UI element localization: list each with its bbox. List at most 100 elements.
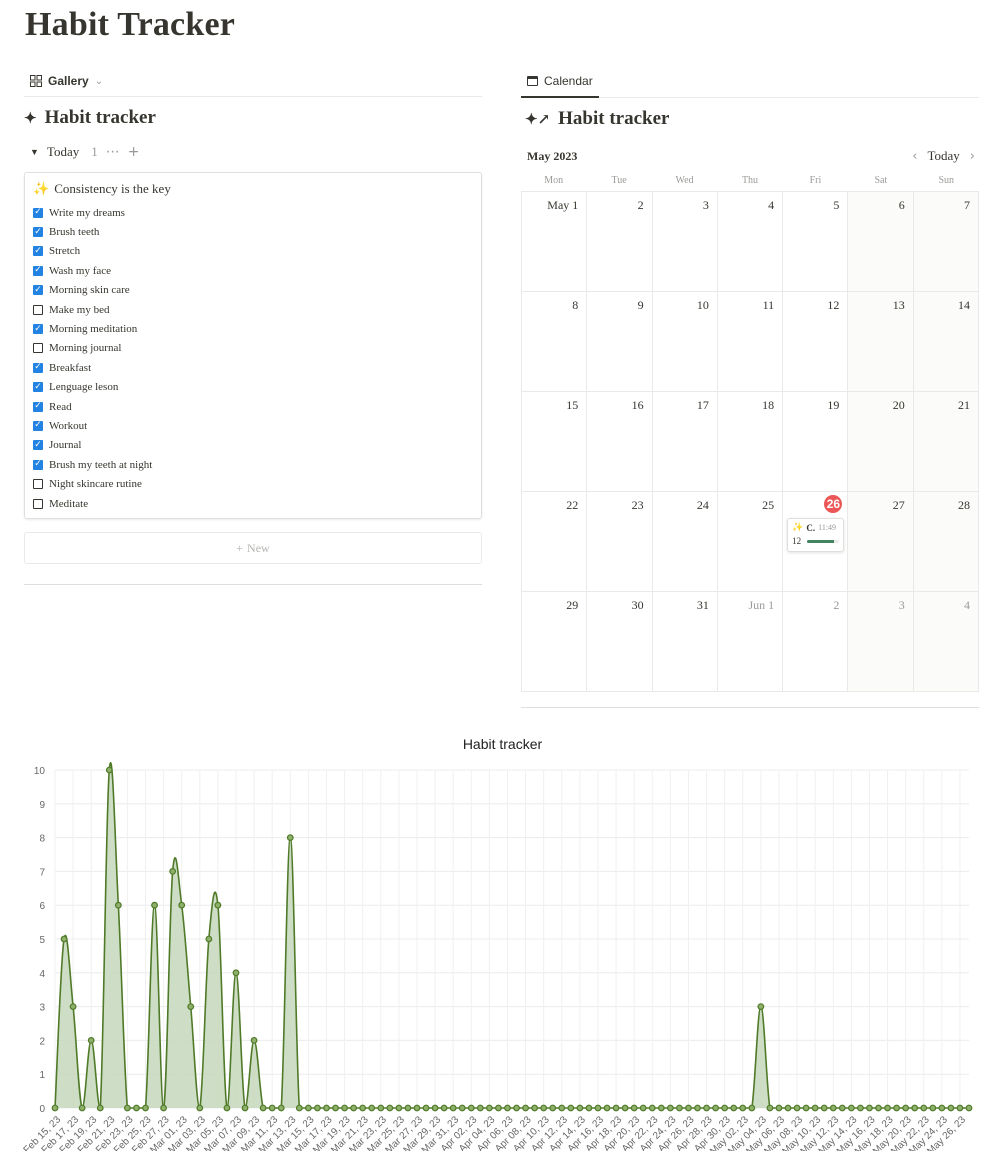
habit-checkbox[interactable]: ✓: [33, 227, 43, 238]
data-point: [223, 1104, 231, 1112]
habit-checkbox[interactable]: ✓: [33, 401, 43, 412]
calendar-day-cell[interactable]: 22: [522, 492, 588, 592]
calendar-day-cell[interactable]: 15: [522, 392, 588, 492]
habit-checkbox[interactable]: [33, 343, 43, 354]
calendar-day-cell[interactable]: 10: [652, 292, 718, 392]
habit-checkbox[interactable]: ✓: [33, 440, 43, 451]
calendar-day-cell[interactable]: 8: [522, 292, 588, 392]
habit-item: ✓ Read: [33, 397, 473, 416]
day-number: 11: [762, 298, 775, 312]
data-point: [323, 1104, 330, 1112]
tab-gallery[interactable]: Gallery ⌄: [24, 66, 109, 97]
habit-item: ✓ Lenguage leson: [33, 378, 473, 397]
calendar-day-cell[interactable]: 2: [783, 592, 849, 692]
calendar-day-cell[interactable]: 14: [913, 292, 979, 392]
data-point: [712, 1104, 720, 1112]
data-point: [404, 1104, 412, 1112]
calendar-day-cell[interactable]: 2: [587, 192, 653, 292]
habit-item: Night skincare rutine: [33, 474, 473, 493]
habit-checkbox[interactable]: ✓: [33, 285, 43, 296]
habit-checkbox[interactable]: [33, 498, 43, 509]
day-number: 24: [696, 498, 709, 512]
data-point: [214, 901, 222, 909]
data-point: [241, 1104, 249, 1112]
calendar-day-cell[interactable]: 21: [913, 392, 979, 492]
data-point: [893, 1104, 901, 1112]
calendar-day-cell[interactable]: 3: [848, 592, 914, 692]
calendar-day-cell[interactable]: 11: [717, 292, 784, 392]
calendar-day-cell[interactable]: 4: [717, 192, 784, 292]
calendar-day-cell[interactable]: 3: [652, 192, 718, 292]
new-card-button[interactable]: + New: [24, 532, 482, 564]
event-value: 12: [792, 536, 802, 546]
data-point: [739, 1104, 747, 1112]
calendar-day-cell[interactable]: 7: [913, 192, 979, 292]
calendar-day-cell[interactable]: 9: [587, 292, 653, 392]
next-month-icon[interactable]: ›: [970, 149, 975, 164]
calendar-day-cell[interactable]: 5: [783, 192, 849, 292]
gallery-card[interactable]: ✨ Consistency is the key ✓ Write my dream…: [24, 172, 482, 519]
today-button[interactable]: Today: [927, 148, 959, 164]
data-point: [657, 1104, 665, 1112]
habit-checkbox[interactable]: ✓: [33, 324, 43, 335]
weekday-label: Thu: [741, 175, 759, 186]
card-title: ✨ Consistency is the key: [33, 181, 473, 197]
data-point: [857, 1104, 864, 1112]
calendar-day-cell[interactable]: 24: [652, 492, 718, 592]
weekday-header: Mon Tue Wed Thu Fri Sat Sun: [521, 170, 979, 192]
sparkles-emoji-icon: ✨: [33, 181, 50, 196]
month-label: May 2023: [527, 148, 578, 163]
calendar-day-cell[interactable]: 31: [652, 592, 718, 692]
calendar-day-cell[interactable]: 20: [848, 392, 914, 492]
y-tick-label: 1: [39, 1070, 45, 1081]
habit-checkbox[interactable]: ✓: [33, 246, 43, 257]
habit-checkbox[interactable]: [33, 304, 43, 315]
habit-checkbox[interactable]: ✓: [33, 420, 43, 431]
calendar-day-cell[interactable]: 17: [652, 392, 718, 492]
calendar-day-cell[interactable]: Jun 1: [717, 592, 784, 692]
calendar-day-cell[interactable]: 19: [783, 392, 849, 492]
data-point: [866, 1104, 873, 1112]
habit-label: Morning skin care: [49, 284, 130, 297]
habit-checkbox[interactable]: [33, 479, 43, 490]
data-point: [775, 1104, 783, 1112]
y-tick-label: 4: [39, 969, 45, 980]
calendar-day-cell[interactable]: 27: [848, 492, 914, 592]
group-count: 1: [91, 144, 98, 159]
chevron-down-icon[interactable]: ⌄: [95, 76, 103, 87]
day-number: 30: [631, 598, 644, 612]
add-icon[interactable]: +: [128, 144, 140, 160]
calendar-day-cell[interactable]: 4: [913, 592, 979, 692]
weekday-label: Wed: [675, 175, 694, 186]
calendar-day-cell[interactable]: 13: [848, 292, 914, 392]
calendar-day-cell[interactable]: 26 ✨ C. 11:49 12: [783, 492, 849, 592]
data-point: [793, 1104, 801, 1112]
day-number: 3: [898, 598, 905, 612]
habit-checkbox[interactable]: ✓: [33, 265, 43, 276]
calendar-day-cell[interactable]: 25: [717, 492, 784, 592]
habit-checkbox[interactable]: ✓: [33, 362, 43, 373]
calendar-day-cell[interactable]: 6: [848, 192, 914, 292]
data-point: [60, 935, 68, 943]
calendar-day-cell[interactable]: 30: [587, 592, 653, 692]
calendar-event-card[interactable]: ✨ C. 11:49 12: [787, 518, 845, 552]
card-title-text: Consistency is the key: [54, 181, 171, 196]
prev-month-icon[interactable]: ‹: [912, 149, 917, 164]
data-point: [458, 1104, 466, 1112]
calendar-day-cell[interactable]: May 1: [522, 192, 588, 292]
habit-checkbox[interactable]: ✓: [33, 207, 43, 218]
calendar-day-cell[interactable]: 12: [783, 292, 849, 392]
more-options-icon[interactable]: ⋯: [106, 144, 120, 160]
calendar-day-cell[interactable]: 28: [913, 492, 979, 592]
habit-checkbox[interactable]: ✓: [33, 459, 43, 470]
data-point: [757, 1003, 765, 1011]
day-number: 27: [892, 498, 905, 512]
calendar-day-cell[interactable]: 18: [717, 392, 784, 492]
habit-checkbox[interactable]: ✓: [33, 382, 43, 393]
toggle-triangle-icon[interactable]: ▼: [30, 147, 39, 157]
calendar-day-cell[interactable]: 16: [587, 392, 653, 492]
series-area: [55, 762, 969, 1108]
calendar-day-cell[interactable]: 23: [587, 492, 653, 592]
calendar-day-cell[interactable]: 29: [522, 592, 588, 692]
tab-calendar[interactable]: Calendar: [521, 66, 599, 98]
